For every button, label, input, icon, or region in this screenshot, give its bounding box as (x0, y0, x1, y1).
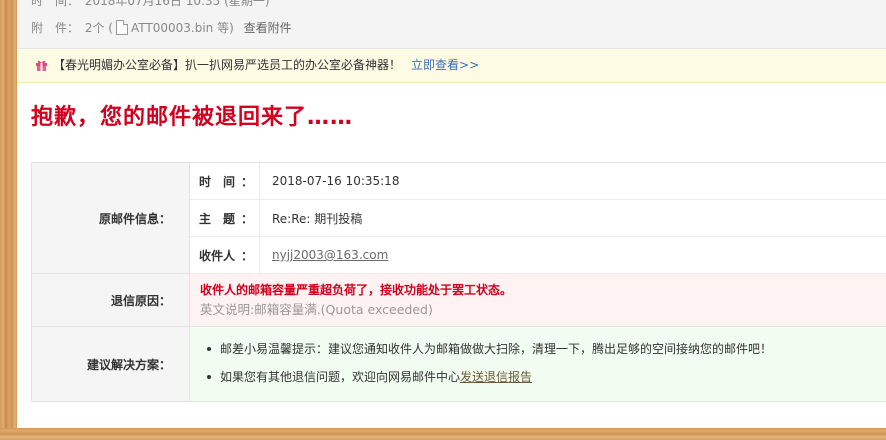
original-time-label: 时 间： (189, 162, 260, 200)
bounce-info-table: 原邮件信息： 时 间： 2018-07-16 10:35:18 主 题： Re:… (31, 162, 886, 402)
view-attachments-link[interactable]: 查看附件 (244, 21, 292, 35)
time-value: 2018年07月16日 10:35 (星期一) (84, 0, 270, 8)
recipient-email-link[interactable]: nyjj2003@163.com (272, 248, 388, 262)
wood-border-left (0, 0, 17, 440)
mail-time-row: 时 间： 2018年07月16日 10:35 (星期一) (31, 0, 270, 10)
attachment-count: 2个 ( (84, 21, 113, 35)
file-icon (115, 20, 128, 35)
original-recipient-label: 收件人： (189, 236, 260, 274)
attachment-label: 附 件： (31, 21, 80, 35)
suggestion-label: 建议解决方案： (31, 326, 190, 402)
mail-attachment-row: 附 件： 2个 ( ATT00003.bin 等) 查看附件 (31, 19, 292, 37)
table-row: 建议解决方案： 邮差小易温馨提示：建议您通知收件人为邮箱做做大扫除，清理一下，腾… (31, 326, 886, 402)
time-label: 时 间： (31, 0, 80, 8)
bounce-reason-cell: 收件人的邮箱容量严重超负荷了，接收功能处于罢工状态。 英文说明:邮箱容量满.(Q… (189, 273, 886, 327)
bounce-reason-english: 英文说明:邮箱容量满.(Quota exceeded) (200, 302, 433, 317)
promo-banner: 【春光明媚办公室必备】扒一扒网易严选员工的办公室必备神器！ 立即查看>> (17, 49, 886, 83)
promo-text[interactable]: 【春光明媚办公室必备】扒一扒网易严选员工的办公室必备神器！ (53, 58, 401, 72)
gift-icon (36, 60, 47, 71)
suggestion-text-2: 如果您有其他退信问题，欢迎向网易邮件中心 (220, 370, 461, 384)
original-mail-label: 原邮件信息： (31, 162, 190, 274)
send-bounce-report-link[interactable]: 发送退信报告 (460, 370, 532, 384)
suggestion-cell: 邮差小易温馨提示：建议您通知收件人为邮箱做做大扫除，清理一下，腾出足够的空间接纳… (189, 326, 886, 402)
suggestion-list: 邮差小易温馨提示：建议您通知收件人为邮箱做做大扫除，清理一下，腾出足够的空间接纳… (200, 335, 880, 391)
promo-view-now-link[interactable]: 立即查看>> (411, 58, 479, 72)
original-recipient-value: nyjj2003@163.com (259, 236, 886, 274)
bounce-reason-label: 退信原因： (31, 273, 190, 327)
mail-header: 时 间： 2018年07月16日 10:35 (星期一) 附 件： 2个 ( AT… (17, 0, 886, 49)
mail-content-pane: 时 间： 2018年07月16日 10:35 (星期一) 附 件： 2个 ( AT… (17, 0, 886, 428)
table-row: 原邮件信息： 时 间： 2018-07-16 10:35:18 (31, 162, 886, 274)
table-row: 退信原因： 收件人的邮箱容量严重超负荷了，接收功能处于罢工状态。 英文说明:邮箱… (31, 273, 886, 327)
list-item: 如果您有其他退信问题，欢迎向网易邮件中心发送退信报告 (200, 363, 880, 391)
original-subject-label: 主 题： (189, 199, 260, 237)
promo-text-wrap: 【春光明媚办公室必备】扒一扒网易严选员工的办公室必备神器！ 立即查看>> (53, 49, 479, 82)
attachment-file-name[interactable]: ATT00003.bin 等) (131, 21, 234, 35)
original-subject-value: Re:Re: 期刊投稿 (259, 199, 886, 237)
page-title: 抱歉，您的邮件被退回来了…… (31, 105, 354, 130)
original-time-value: 2018-07-16 10:35:18 (259, 162, 886, 200)
suggestion-text-1: 邮差小易温馨提示：建议您通知收件人为邮箱做做大扫除，清理一下，腾出足够的空间接纳… (220, 342, 773, 356)
wood-border-bottom (0, 428, 886, 440)
list-item: 邮差小易温馨提示：建议您通知收件人为邮箱做做大扫除，清理一下，腾出足够的空间接纳… (200, 335, 880, 363)
bounce-reason-text: 收件人的邮箱容量严重超负荷了，接收功能处于罢工状态。 (200, 283, 513, 297)
